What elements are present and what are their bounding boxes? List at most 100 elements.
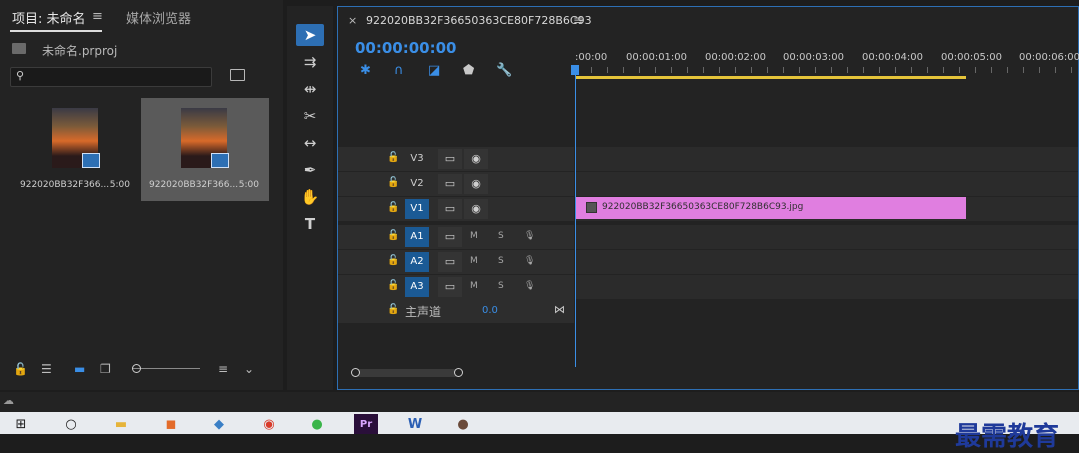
microphone-icon[interactable]: 🎙 xyxy=(524,281,535,291)
solo-button[interactable]: S xyxy=(498,281,504,291)
ripple-edit-tool-icon[interactable]: ⇹ xyxy=(296,78,324,100)
mute-button[interactable]: M xyxy=(470,281,478,291)
freeform-view-icon[interactable]: ❐ xyxy=(100,362,111,376)
expand-tracks-icon[interactable]: ⋈ xyxy=(554,303,565,316)
track-lane[interactable] xyxy=(575,147,1078,171)
app-icon[interactable]: ◆ xyxy=(208,414,230,434)
linked-selection-icon[interactable]: ◪ xyxy=(428,63,440,78)
track-select-tool-icon[interactable]: ⇉ xyxy=(296,51,324,73)
lock-track-icon[interactable]: 🔓 xyxy=(387,255,399,266)
selection-tool-icon[interactable]: ➤ xyxy=(296,24,324,46)
track-lane[interactable] xyxy=(575,275,1078,299)
solo-button[interactable]: S xyxy=(498,231,504,241)
playhead[interactable] xyxy=(575,67,576,367)
watermark: 最需教育 xyxy=(955,422,1060,452)
timeline-clip[interactable]: 922020BB32F36650363CE80F728B6C93.jpg xyxy=(576,197,966,219)
solo-button[interactable]: S xyxy=(498,256,504,266)
creative-cloud-icon[interactable]: ☁ xyxy=(3,394,14,407)
project-item[interactable]: 922020BB32F366... 5:00 xyxy=(12,98,140,201)
scrollbar-right-handle[interactable] xyxy=(454,368,463,377)
track-target-v2[interactable]: V2 xyxy=(405,174,429,194)
windows-start-icon[interactable]: ⊞ xyxy=(10,414,32,434)
list-view-icon[interactable]: ☰ xyxy=(41,362,52,376)
track-header: 🔓 A3 ▭ M S 🎙 xyxy=(338,275,574,299)
pen-tool-icon[interactable]: ✒ xyxy=(296,159,324,181)
app-icon[interactable]: ◼ xyxy=(160,414,182,434)
sync-lock-icon[interactable]: ▭ xyxy=(438,227,462,247)
track-target-a3[interactable]: A3 xyxy=(405,277,429,297)
ruler-tick-label: 00:00:02:00 xyxy=(705,52,767,63)
close-sequence-icon[interactable]: × xyxy=(348,14,357,27)
search-icon[interactable]: ○ xyxy=(60,414,82,434)
sync-lock-icon[interactable]: ▭ xyxy=(438,252,462,272)
project-file-name: 未命名.prproj xyxy=(42,44,118,58)
track-a2: 🔓 A2 ▭ M S 🎙 xyxy=(338,250,1078,274)
new-bin-icon[interactable] xyxy=(230,69,245,81)
lock-track-icon[interactable]: 🔓 xyxy=(387,304,399,315)
file-explorer-icon[interactable]: ▬ xyxy=(110,414,132,434)
wechat-icon[interactable]: ● xyxy=(306,414,328,434)
lock-icon[interactable]: 🔓 xyxy=(13,362,28,376)
icon-view-icon[interactable]: ▬ xyxy=(74,362,85,376)
track-lane[interactable] xyxy=(575,250,1078,274)
wrench-icon[interactable]: 🔧 xyxy=(496,63,512,78)
scrollbar-left-handle[interactable] xyxy=(351,368,360,377)
eye-icon[interactable]: ◉ xyxy=(464,174,488,194)
premiere-pro-icon[interactable]: Pr xyxy=(354,414,378,434)
playhead-handle[interactable] xyxy=(571,65,579,75)
ruler-tick-label: 00:00:04:00 xyxy=(862,52,924,63)
sync-lock-icon[interactable]: ▭ xyxy=(438,174,462,194)
lock-track-icon[interactable]: 🔓 xyxy=(387,152,399,163)
lock-track-icon[interactable]: 🔓 xyxy=(387,280,399,291)
search-input[interactable]: ⚲ xyxy=(10,67,212,87)
track-lane[interactable] xyxy=(575,172,1078,196)
track-target-a2[interactable]: A2 xyxy=(405,252,429,272)
item-duration: 5:00 xyxy=(238,180,259,190)
nest-icon[interactable]: ✱ xyxy=(360,63,371,78)
project-item-selected[interactable]: 922020BB32F366... 5:00 xyxy=(141,98,269,201)
image-badge-icon xyxy=(82,153,100,168)
timeline-panel: × 922020BB32F36650363CE80F728B6C93 ≡ 00:… xyxy=(337,6,1079,390)
mute-button[interactable]: M xyxy=(470,256,478,266)
avatar[interactable]: ● xyxy=(452,414,474,434)
lock-track-icon[interactable]: 🔓 xyxy=(387,230,399,241)
slip-tool-icon[interactable]: ↔ xyxy=(296,132,324,154)
work-area-bar[interactable] xyxy=(576,76,966,79)
razor-tool-icon[interactable]: ✂ xyxy=(296,105,324,127)
zoom-slider[interactable] xyxy=(132,368,200,369)
tab-project[interactable]: 项目: 未命名 xyxy=(12,8,86,27)
eye-icon[interactable]: ◉ xyxy=(464,149,488,169)
microphone-icon[interactable]: 🎙 xyxy=(524,231,535,241)
snap-icon[interactable]: ∩ xyxy=(394,63,404,78)
timeline-menu-icon[interactable]: ≡ xyxy=(573,13,583,27)
lock-track-icon[interactable]: 🔓 xyxy=(387,202,399,213)
sync-lock-icon[interactable]: ▭ xyxy=(438,277,462,297)
sync-lock-icon[interactable]: ▭ xyxy=(438,199,462,219)
track-target-a1[interactable]: A1 xyxy=(405,227,429,247)
time-ruler[interactable] xyxy=(575,67,1078,73)
chrome-icon[interactable]: ◉ xyxy=(258,414,280,434)
track-target-v3[interactable]: V3 xyxy=(405,149,429,169)
add-marker-icon[interactable]: ⬟ xyxy=(463,63,474,78)
zoom-slider-handle[interactable] xyxy=(132,364,141,373)
project-panel-menu-icon[interactable]: ≡ xyxy=(92,9,103,24)
timeline-zoom-scrollbar[interactable] xyxy=(355,369,459,377)
playhead-timecode[interactable]: 00:00:00:00 xyxy=(355,39,457,57)
tab-media-browser[interactable]: 媒体浏览器 xyxy=(126,8,191,27)
word-icon[interactable]: W xyxy=(404,414,426,434)
type-tool-icon[interactable]: T xyxy=(296,213,324,235)
track-lane[interactable] xyxy=(575,225,1078,249)
mute-button[interactable]: M xyxy=(470,231,478,241)
microphone-icon[interactable]: 🎙 xyxy=(524,256,535,266)
chevron-down-icon[interactable]: ⌄ xyxy=(244,362,254,376)
lock-track-icon[interactable]: 🔓 xyxy=(387,177,399,188)
track-header: 🔓 A1 ▭ M S 🎙 xyxy=(338,225,574,249)
master-volume-value[interactable]: 0.0 xyxy=(482,305,498,316)
track-target-v1[interactable]: V1 xyxy=(405,199,429,219)
sort-icon[interactable]: ≡ xyxy=(218,362,228,376)
sync-lock-icon[interactable]: ▭ xyxy=(438,149,462,169)
sequence-tab[interactable]: 922020BB32F36650363CE80F728B6C93 xyxy=(366,14,592,27)
track-v3: 🔓 V3 ▭ ◉ xyxy=(338,147,1078,171)
eye-icon[interactable]: ◉ xyxy=(464,199,488,219)
hand-tool-icon[interactable]: ✋ xyxy=(296,186,324,208)
